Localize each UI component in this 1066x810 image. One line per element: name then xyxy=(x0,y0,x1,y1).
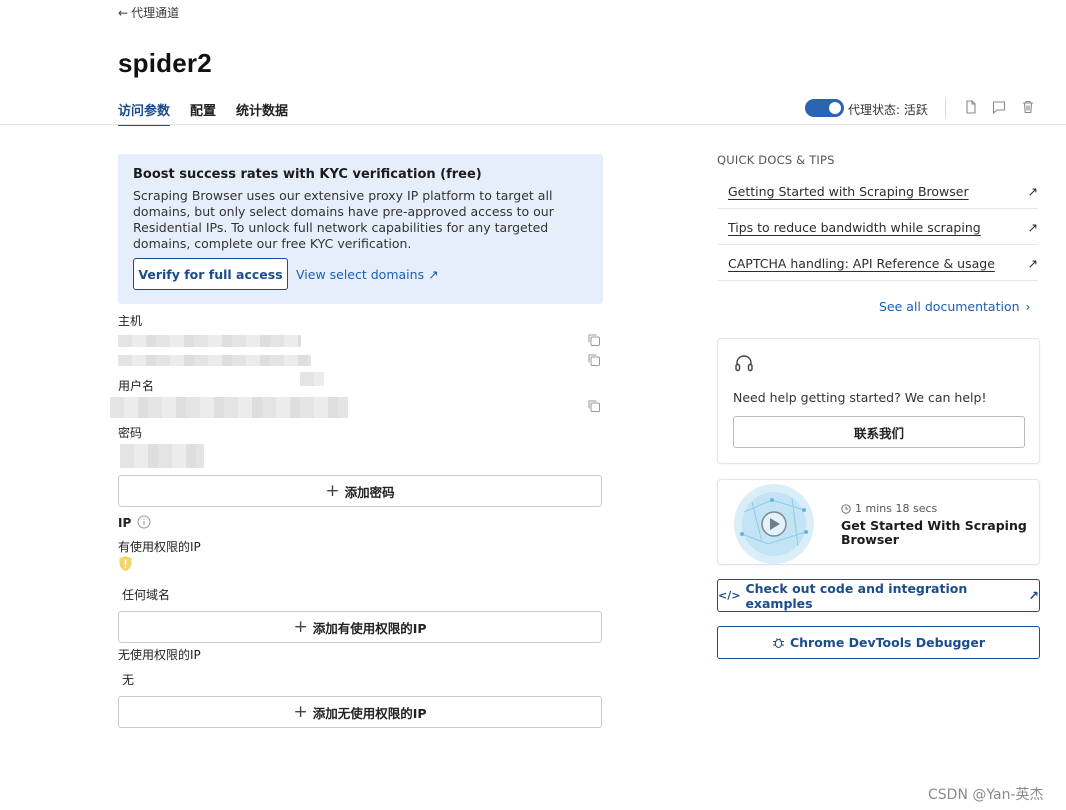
tab-statistics[interactable]: 统计数据 xyxy=(236,100,288,126)
arrow-left-icon: ← xyxy=(118,5,129,20)
plus-icon: + xyxy=(293,616,308,637)
doc-link-getting-started[interactable]: Getting Started with Scraping Browser ↗ xyxy=(728,184,1038,199)
see-all-docs-label: See all documentation xyxy=(879,299,1020,314)
back-link-label: 代理通道 xyxy=(131,6,180,20)
kyc-banner: Boost success rates with KYC verificatio… xyxy=(118,154,603,304)
host-label: 主机 xyxy=(118,314,143,328)
video-card[interactable]: 1 mins 18 secs Get Started With Scraping… xyxy=(717,479,1040,565)
see-all-docs-link[interactable]: See all documentation › xyxy=(879,299,1031,314)
tab-config[interactable]: 配置 xyxy=(190,100,216,126)
bug-icon xyxy=(772,638,784,649)
external-link-icon: ↗ xyxy=(1028,588,1039,603)
view-domains-label: View select domains xyxy=(296,267,425,282)
doc-link-label: Tips to reduce bandwidth while scraping xyxy=(728,220,981,235)
external-arrow-icon: ↗ xyxy=(1027,256,1038,271)
tab-access-params[interactable]: 访问参数 xyxy=(118,100,171,126)
header-separator xyxy=(945,98,946,118)
proxy-status-toggle[interactable] xyxy=(805,99,844,117)
copy-icon[interactable] xyxy=(587,399,601,413)
help-card: Need help getting started? We can help! … xyxy=(717,338,1040,464)
header-divider xyxy=(0,124,1066,125)
add-password-button[interactable]: + 添加密码 xyxy=(118,475,602,507)
plus-icon: + xyxy=(325,480,340,501)
doc-link-label: Getting Started with Scraping Browser xyxy=(728,184,969,199)
denied-ip-label: 无使用权限的IP xyxy=(118,648,201,662)
shield-warning-icon xyxy=(119,556,132,571)
add-denied-ip-button[interactable]: + 添加无使用权限的IP xyxy=(118,696,602,728)
tab-bar: 访问参数 配置 统计数据 xyxy=(118,100,288,126)
verify-button[interactable]: Verify for full access xyxy=(133,258,288,290)
comment-icon[interactable] xyxy=(991,99,1007,115)
doc-divider xyxy=(718,208,1038,209)
external-arrow-icon: ↗ xyxy=(1027,220,1038,235)
help-text: Need help getting started? We can help! xyxy=(733,390,987,405)
info-icon[interactable] xyxy=(137,515,151,529)
devtools-debugger-button[interactable]: Chrome DevTools Debugger xyxy=(717,626,1040,659)
proxy-status-label: 代理状态: 活跃 xyxy=(848,103,928,117)
allowed-ip-value: 任何域名 xyxy=(122,588,171,602)
external-arrow-icon: ↗ xyxy=(428,267,439,282)
code-icon: </> xyxy=(718,589,741,602)
doc-link-label: CAPTCHA handling: API Reference & usage xyxy=(728,256,995,271)
password-label: 密码 xyxy=(118,426,143,440)
doc-divider xyxy=(718,280,1038,281)
plus-icon: + xyxy=(293,701,308,722)
trash-icon[interactable] xyxy=(1020,99,1036,115)
quick-docs-heading: QUICK DOCS & TIPS xyxy=(717,153,835,167)
doc-divider xyxy=(718,244,1038,245)
copy-icon[interactable] xyxy=(587,333,601,347)
chevron-right-icon: › xyxy=(1025,299,1031,314)
doc-link-captcha[interactable]: CAPTCHA handling: API Reference & usage … xyxy=(728,256,1038,271)
video-duration: 1 mins 18 secs xyxy=(841,502,937,515)
add-password-label: 添加密码 xyxy=(344,484,395,500)
contact-us-button[interactable]: 联系我们 xyxy=(733,416,1025,448)
globe-video-thumbnail xyxy=(734,484,814,564)
code-examples-label: Check out code and integration examples xyxy=(745,580,968,611)
password-value-redacted xyxy=(120,444,204,468)
headset-icon xyxy=(735,355,753,372)
denied-ip-value: 无 xyxy=(122,673,135,687)
add-allowed-ip-button[interactable]: + 添加有使用权限的IP xyxy=(118,611,602,643)
document-icon[interactable] xyxy=(963,99,979,115)
kyc-title: Boost success rates with KYC verificatio… xyxy=(133,167,482,182)
video-duration-text: 1 mins 18 secs xyxy=(855,502,938,515)
code-examples-button[interactable]: </> Check out code and integration examp… xyxy=(717,579,1040,612)
copy-icon[interactable] xyxy=(587,353,601,367)
clock-icon xyxy=(841,503,851,514)
devtools-label: Chrome DevTools Debugger xyxy=(789,635,986,650)
add-allowed-ip-label: 添加有使用权限的IP xyxy=(312,620,427,636)
back-link[interactable]: ← 代理通道 xyxy=(118,4,179,21)
host-value-redacted xyxy=(118,335,301,347)
view-domains-link[interactable]: View select domains ↗ xyxy=(296,267,439,282)
username-value-redacted xyxy=(110,397,348,418)
host-value-redacted-3 xyxy=(300,372,324,386)
username-label: 用户名 xyxy=(118,379,155,393)
kyc-body: Scraping Browser uses our extensive prox… xyxy=(133,188,554,251)
ip-label: IP xyxy=(118,516,132,530)
video-title: Get Started With Scraping Browser xyxy=(841,518,1027,547)
doc-link-bandwidth[interactable]: Tips to reduce bandwidth while scraping … xyxy=(728,220,1038,235)
external-arrow-icon: ↗ xyxy=(1027,184,1038,199)
watermark: CSDN @Yan-英杰 xyxy=(928,787,1044,803)
page-title: spider2 xyxy=(118,48,212,78)
add-denied-ip-label: 添加无使用权限的IP xyxy=(312,705,427,721)
allowed-ip-label: 有使用权限的IP xyxy=(118,540,201,554)
host-value-redacted-2 xyxy=(118,355,311,366)
